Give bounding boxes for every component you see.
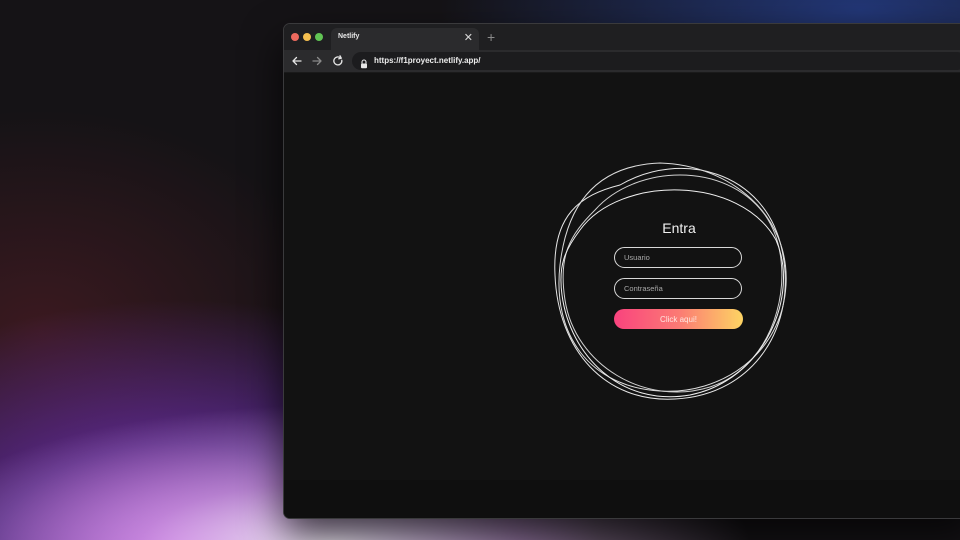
username-input[interactable] bbox=[614, 247, 742, 268]
lock-icon bbox=[360, 56, 368, 74]
browser-window: Netlify ✕ + https://f1proyect.netlify.ap… bbox=[283, 23, 960, 519]
submit-button[interactable]: Click aqui! bbox=[614, 309, 743, 329]
maximize-window-button[interactable] bbox=[315, 33, 323, 41]
arrow-left-icon[interactable] bbox=[290, 54, 304, 68]
arrow-right-icon[interactable] bbox=[310, 54, 324, 68]
plus-icon[interactable]: + bbox=[487, 29, 495, 45]
tab-bar: Netlify ✕ + bbox=[284, 24, 960, 50]
close-icon[interactable]: ✕ bbox=[464, 31, 473, 45]
password-input[interactable] bbox=[614, 278, 742, 299]
address-bar[interactable]: https://f1proyect.netlify.app/ bbox=[352, 52, 960, 70]
browser-toolbar: https://f1proyect.netlify.app/ bbox=[284, 50, 960, 73]
desktop-background: Netlify ✕ + https://f1proyect.netlify.ap… bbox=[0, 0, 960, 540]
tab-netlify[interactable]: Netlify ✕ bbox=[331, 28, 479, 50]
minimize-window-button[interactable] bbox=[303, 33, 311, 41]
tab-title: Netlify bbox=[338, 33, 360, 40]
reload-icon[interactable] bbox=[331, 54, 345, 68]
page-content: Entra Click aqui! bbox=[284, 73, 960, 518]
url-text: https://f1proyect.netlify.app/ bbox=[374, 56, 481, 65]
page-footer-area bbox=[284, 480, 960, 518]
login-title: Entra bbox=[662, 220, 696, 236]
close-window-button[interactable] bbox=[291, 33, 299, 41]
